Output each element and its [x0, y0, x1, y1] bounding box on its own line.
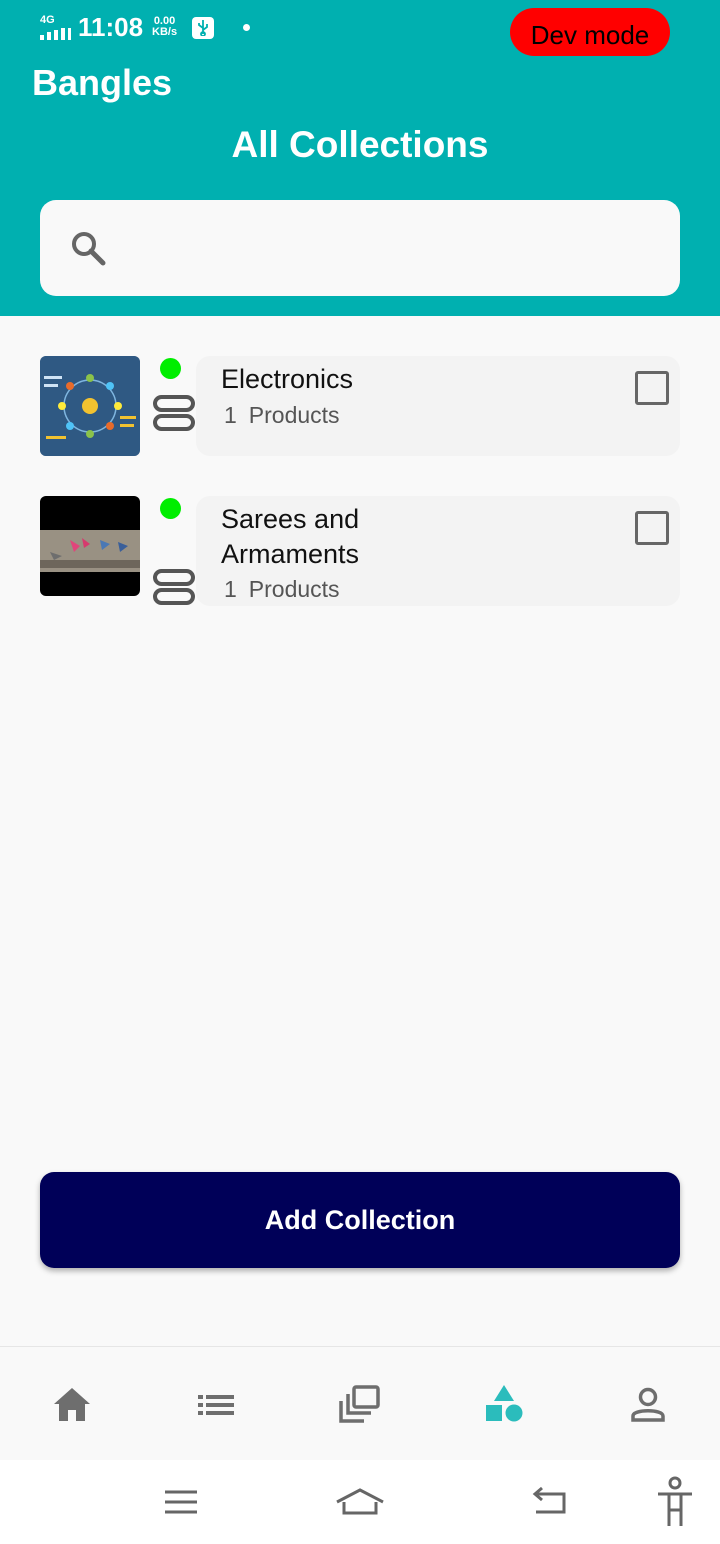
add-collection-button[interactable]: Add Collection [40, 1172, 680, 1268]
home-button-icon[interactable] [334, 1478, 386, 1526]
usb-icon [192, 17, 214, 39]
signal-bars-icon [40, 28, 72, 40]
active-status-dot [160, 358, 181, 379]
network-speed: 0.00 KB/s [152, 16, 177, 38]
status-bar: 4G 11:08 0.00 KB/s Dev mode [0, 0, 720, 60]
bottom-navigation [0, 1346, 720, 1460]
product-count-value: 1 [224, 402, 237, 428]
search-bar[interactable] [40, 200, 680, 296]
collections-icon[interactable] [482, 1383, 526, 1427]
collection-select-checkbox[interactable] [635, 371, 669, 405]
collection-title: Electronics [221, 364, 354, 394]
link-icon [153, 569, 195, 605]
collection-product-count: 1 Products [224, 402, 352, 429]
accessibility-icon[interactable] [654, 1474, 696, 1530]
store-name: Bangles [32, 62, 173, 103]
collection-card[interactable]: Sarees and Armaments 1 Products [40, 496, 680, 606]
product-count-label: Products [248, 402, 340, 428]
network-type: 4G [40, 14, 55, 26]
collection-product-count: 1 Products [224, 576, 352, 603]
home-icon[interactable] [50, 1383, 94, 1427]
search-icon [72, 232, 106, 266]
menu-icon[interactable] [162, 1478, 200, 1526]
dev-mode-badge[interactable]: Dev mode [510, 8, 670, 56]
notification-dot [243, 24, 250, 31]
search-input[interactable] [120, 220, 660, 276]
list-icon[interactable] [194, 1383, 238, 1427]
collection-thumbnail [40, 496, 140, 596]
status-time: 11:08 [78, 12, 144, 42]
page-title: All Collections [231, 124, 489, 165]
product-count-value: 1 [224, 576, 237, 602]
link-icon [153, 395, 195, 431]
collection-select-checkbox[interactable] [635, 511, 669, 545]
system-navigation-bar [0, 1460, 720, 1544]
collection-title: Sarees and Armaments [221, 504, 360, 569]
network-speed-unit: KB/s [152, 26, 178, 38]
app-header: 4G 11:08 0.00 KB/s Dev mode Bangles All … [0, 0, 720, 316]
person-icon[interactable] [626, 1383, 670, 1427]
product-count-label: Products [248, 576, 340, 602]
gallery-icon[interactable] [338, 1383, 382, 1427]
collection-thumbnail [40, 356, 140, 456]
active-status-dot [160, 498, 181, 519]
collection-card[interactable]: Electronics 1 Products [40, 356, 680, 456]
back-icon[interactable] [528, 1478, 570, 1526]
